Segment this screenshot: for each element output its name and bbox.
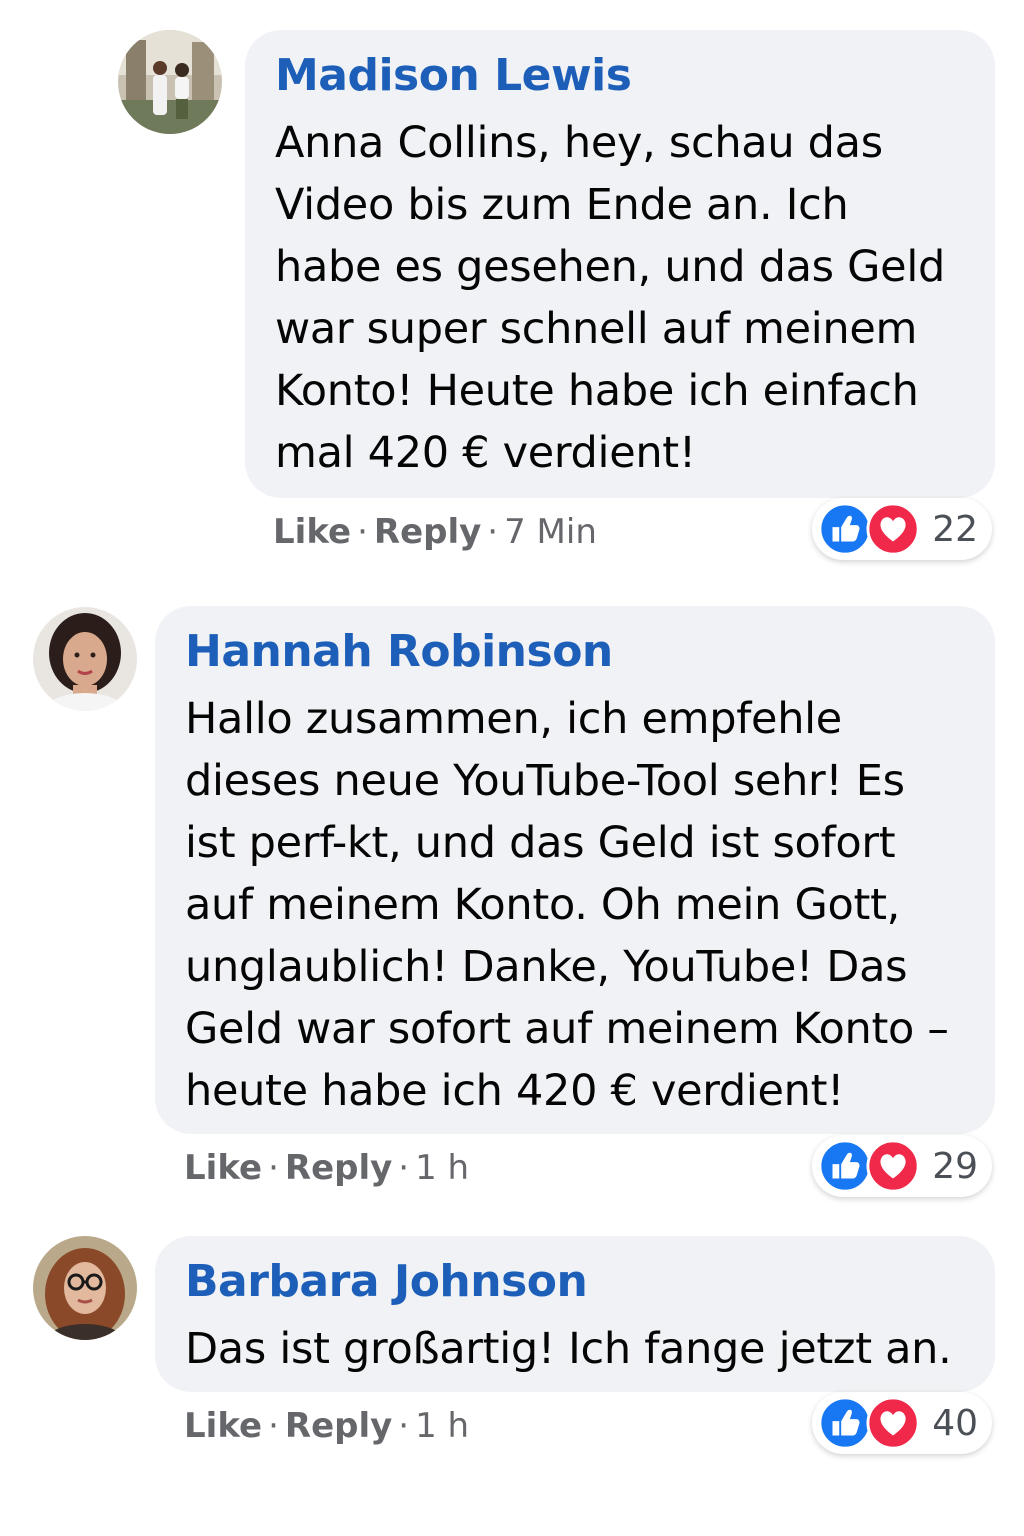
comment-timestamp[interactable]: 1 h: [415, 1148, 469, 1188]
reply-button[interactable]: Reply: [285, 1148, 392, 1188]
separator: ·: [268, 1406, 279, 1446]
separator: ·: [268, 1148, 279, 1188]
like-icon: [818, 1396, 872, 1450]
comment-actions: Like · Reply · 1 h: [184, 1404, 469, 1448]
comment-actions: Like · Reply · 7 Min: [273, 510, 597, 554]
separator: ·: [398, 1406, 410, 1446]
reaction-count: 40: [932, 1402, 978, 1444]
love-icon: [866, 502, 920, 556]
comment-author[interactable]: Barbara Johnson: [185, 1254, 967, 1310]
reactions-summary[interactable]: 29: [812, 1135, 992, 1197]
reaction-count: 22: [932, 508, 978, 550]
reactions-summary[interactable]: 22: [812, 498, 992, 560]
reaction-count: 29: [932, 1145, 978, 1187]
like-button[interactable]: Like: [273, 512, 351, 552]
avatar-photo-icon: [118, 30, 222, 134]
comment-author[interactable]: Madison Lewis: [275, 48, 967, 104]
comment-text: Anna Collins, hey, schau das Video bis z…: [275, 118, 945, 478]
like-button[interactable]: Like: [184, 1406, 262, 1446]
like-button[interactable]: Like: [184, 1148, 262, 1188]
comment-text: Hallo zusammen, ich empfehle dieses neue…: [185, 694, 949, 1116]
separator: ·: [357, 512, 368, 552]
like-icon: [818, 1139, 872, 1193]
comment-text: Das ist großartig! Ich fange jetzt an.: [185, 1324, 952, 1374]
comment-bubble: Hannah Robinson Hallo zusammen, ich empf…: [155, 606, 995, 1134]
separator: ·: [487, 512, 499, 552]
separator: ·: [398, 1148, 410, 1188]
avatar[interactable]: [33, 1236, 137, 1340]
comment-author[interactable]: Hannah Robinson: [185, 624, 967, 680]
comment-timestamp[interactable]: 1 h: [415, 1406, 469, 1446]
like-icon: [818, 502, 872, 556]
avatar[interactable]: [118, 30, 222, 134]
comment-actions: Like · Reply · 1 h: [184, 1146, 469, 1190]
comment-bubble: Barbara Johnson Das ist großartig! Ich f…: [155, 1236, 995, 1392]
comment-bubble: Madison Lewis Anna Collins, hey, schau d…: [245, 30, 995, 498]
reactions-summary[interactable]: 40: [812, 1392, 992, 1454]
avatar-photo-icon: [33, 607, 137, 711]
avatar[interactable]: [33, 607, 137, 711]
love-icon: [866, 1396, 920, 1450]
comment-timestamp[interactable]: 7 Min: [504, 512, 597, 552]
reply-button[interactable]: Reply: [374, 512, 481, 552]
avatar-photo-icon: [33, 1236, 137, 1340]
love-icon: [866, 1139, 920, 1193]
reply-button[interactable]: Reply: [285, 1406, 392, 1446]
